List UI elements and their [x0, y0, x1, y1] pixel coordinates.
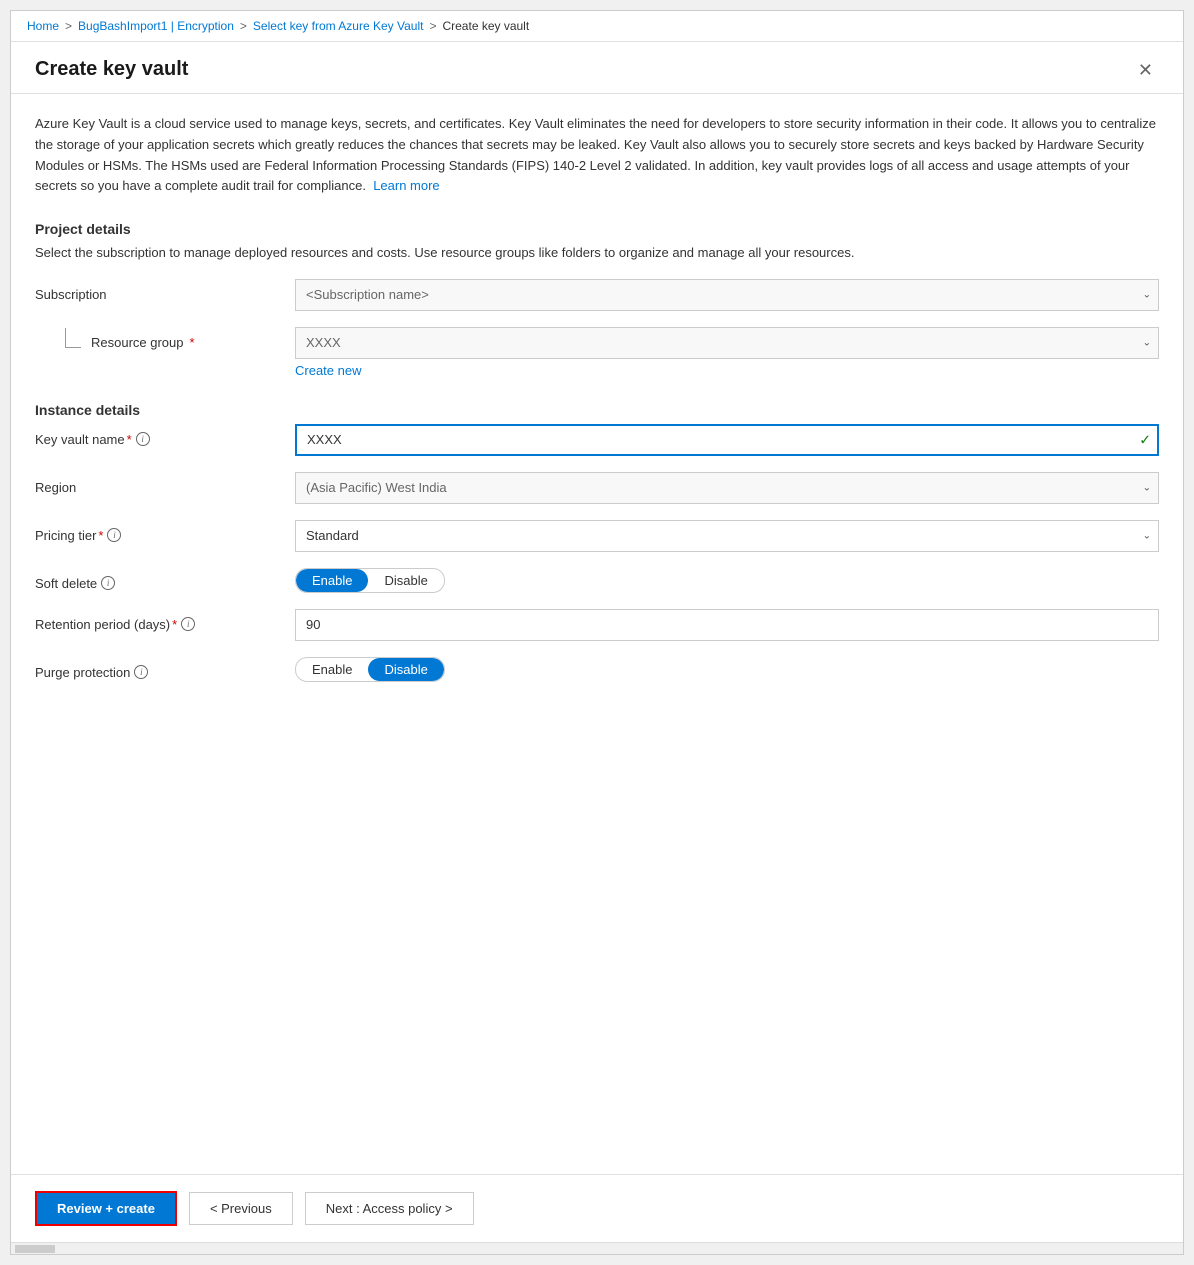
key-vault-name-required-star: *: [127, 432, 132, 447]
key-vault-name-input[interactable]: XXXX: [295, 424, 1159, 456]
panel-title: Create key vault: [35, 58, 188, 81]
close-button[interactable]: ✕: [1132, 59, 1159, 81]
key-vault-name-row: Key vault name * i XXXX ✓: [35, 424, 1159, 456]
create-new-link[interactable]: Create new: [295, 363, 361, 378]
region-dropdown-wrapper: (Asia Pacific) West India ⌄: [295, 472, 1159, 504]
next-button[interactable]: Next : Access policy >: [305, 1192, 474, 1225]
breadcrumb-sep-2: >: [240, 19, 247, 33]
resource-group-label: Resource group: [91, 335, 184, 350]
subscription-dropdown-wrapper: <Subscription name> ⌄: [295, 279, 1159, 311]
subscription-control: <Subscription name> ⌄: [295, 279, 1159, 311]
panel-header: Create key vault ✕: [11, 42, 1183, 94]
key-vault-name-info-icon[interactable]: i: [136, 432, 150, 446]
breadcrumb-select-key[interactable]: Select key from Azure Key Vault: [253, 19, 424, 33]
resource-group-required-star: *: [190, 335, 195, 350]
soft-delete-info-icon[interactable]: i: [101, 576, 115, 590]
retention-period-input[interactable]: 90: [295, 609, 1159, 641]
purge-protection-label-col: Purge protection i: [35, 657, 295, 680]
purge-protection-toggle-group: Enable Disable: [295, 657, 445, 682]
region-row: Region (Asia Pacific) West India ⌄: [35, 472, 1159, 504]
pricing-tier-info-icon[interactable]: i: [107, 528, 121, 542]
pricing-tier-dropdown[interactable]: Standard Premium: [295, 520, 1159, 552]
resource-group-control: XXXX ⌄ Create new: [295, 327, 1159, 378]
panel-footer: Review + create < Previous Next : Access…: [11, 1174, 1183, 1242]
retention-period-label-col: Retention period (days) * i: [35, 609, 295, 632]
breadcrumb-sep-3: >: [429, 19, 436, 33]
pricing-tier-dropdown-wrapper: Standard Premium ⌄: [295, 520, 1159, 552]
region-label-col: Region: [35, 472, 295, 495]
key-vault-name-input-wrapper: XXXX ✓: [295, 424, 1159, 456]
resource-group-label-col: Resource group *: [35, 327, 295, 350]
horizontal-scrollbar-thumb: [15, 1245, 55, 1253]
key-vault-name-label-col: Key vault name * i: [35, 424, 295, 447]
retention-period-control: 90: [295, 609, 1159, 641]
breadcrumb-encryption[interactable]: BugBashImport1 | Encryption: [78, 19, 234, 33]
previous-button[interactable]: < Previous: [189, 1192, 293, 1225]
resource-group-dropdown[interactable]: XXXX: [295, 327, 1159, 359]
key-vault-name-label: Key vault name: [35, 432, 125, 447]
instance-details-heading: Instance details: [35, 402, 1159, 418]
resource-group-row: Resource group * XXXX ⌄ Create new: [35, 327, 1159, 378]
retention-period-info-icon[interactable]: i: [181, 617, 195, 631]
region-dropdown[interactable]: (Asia Pacific) West India: [295, 472, 1159, 504]
review-create-button[interactable]: Review + create: [35, 1191, 177, 1226]
pricing-tier-label-col: Pricing tier * i: [35, 520, 295, 543]
retention-period-row: Retention period (days) * i 90: [35, 609, 1159, 641]
description-text: Azure Key Vault is a cloud service used …: [35, 114, 1159, 197]
pricing-tier-label: Pricing tier: [35, 528, 96, 543]
soft-delete-disable-btn[interactable]: Disable: [368, 569, 443, 592]
pricing-tier-required-star: *: [98, 528, 103, 543]
subscription-dropdown[interactable]: <Subscription name>: [295, 279, 1159, 311]
retention-period-required-star: *: [172, 617, 177, 632]
region-label: Region: [35, 480, 76, 495]
indent-line: [65, 328, 81, 348]
breadcrumb: Home > BugBashImport1 | Encryption > Sel…: [11, 11, 1183, 42]
soft-delete-toggle-group: Enable Disable: [295, 568, 445, 593]
purge-protection-info-icon[interactable]: i: [134, 665, 148, 679]
subscription-row: Subscription <Subscription name> ⌄: [35, 279, 1159, 311]
region-control: (Asia Pacific) West India ⌄: [295, 472, 1159, 504]
project-details-heading: Project details: [35, 221, 1159, 237]
key-vault-name-control: XXXX ✓: [295, 424, 1159, 456]
pricing-tier-row: Pricing tier * i Standard Premium ⌄: [35, 520, 1159, 552]
soft-delete-label-col: Soft delete i: [35, 568, 295, 591]
breadcrumb-home[interactable]: Home: [27, 19, 59, 33]
purge-protection-disable-btn[interactable]: Disable: [368, 658, 443, 681]
learn-more-link[interactable]: Learn more: [373, 178, 439, 193]
soft-delete-row: Soft delete i Enable Disable: [35, 568, 1159, 593]
soft-delete-label: Soft delete: [35, 576, 97, 591]
panel-content: Azure Key Vault is a cloud service used …: [11, 94, 1183, 1174]
purge-protection-label: Purge protection: [35, 665, 130, 680]
purge-protection-row: Purge protection i Enable Disable: [35, 657, 1159, 682]
pricing-tier-control: Standard Premium ⌄: [295, 520, 1159, 552]
retention-period-label: Retention period (days): [35, 617, 170, 632]
soft-delete-enable-btn[interactable]: Enable: [296, 569, 368, 592]
resource-group-dropdown-wrapper: XXXX ⌄: [295, 327, 1159, 359]
subscription-label: Subscription: [35, 279, 295, 302]
horizontal-scrollbar[interactable]: [11, 1242, 1183, 1254]
purge-protection-enable-btn[interactable]: Enable: [296, 658, 368, 681]
project-details-subtext: Select the subscription to manage deploy…: [35, 243, 1159, 263]
breadcrumb-sep-1: >: [65, 19, 72, 33]
key-vault-name-check-icon: ✓: [1139, 431, 1151, 448]
breadcrumb-current: Create key vault: [442, 19, 529, 33]
soft-delete-control: Enable Disable: [295, 568, 1159, 593]
purge-protection-control: Enable Disable: [295, 657, 1159, 682]
